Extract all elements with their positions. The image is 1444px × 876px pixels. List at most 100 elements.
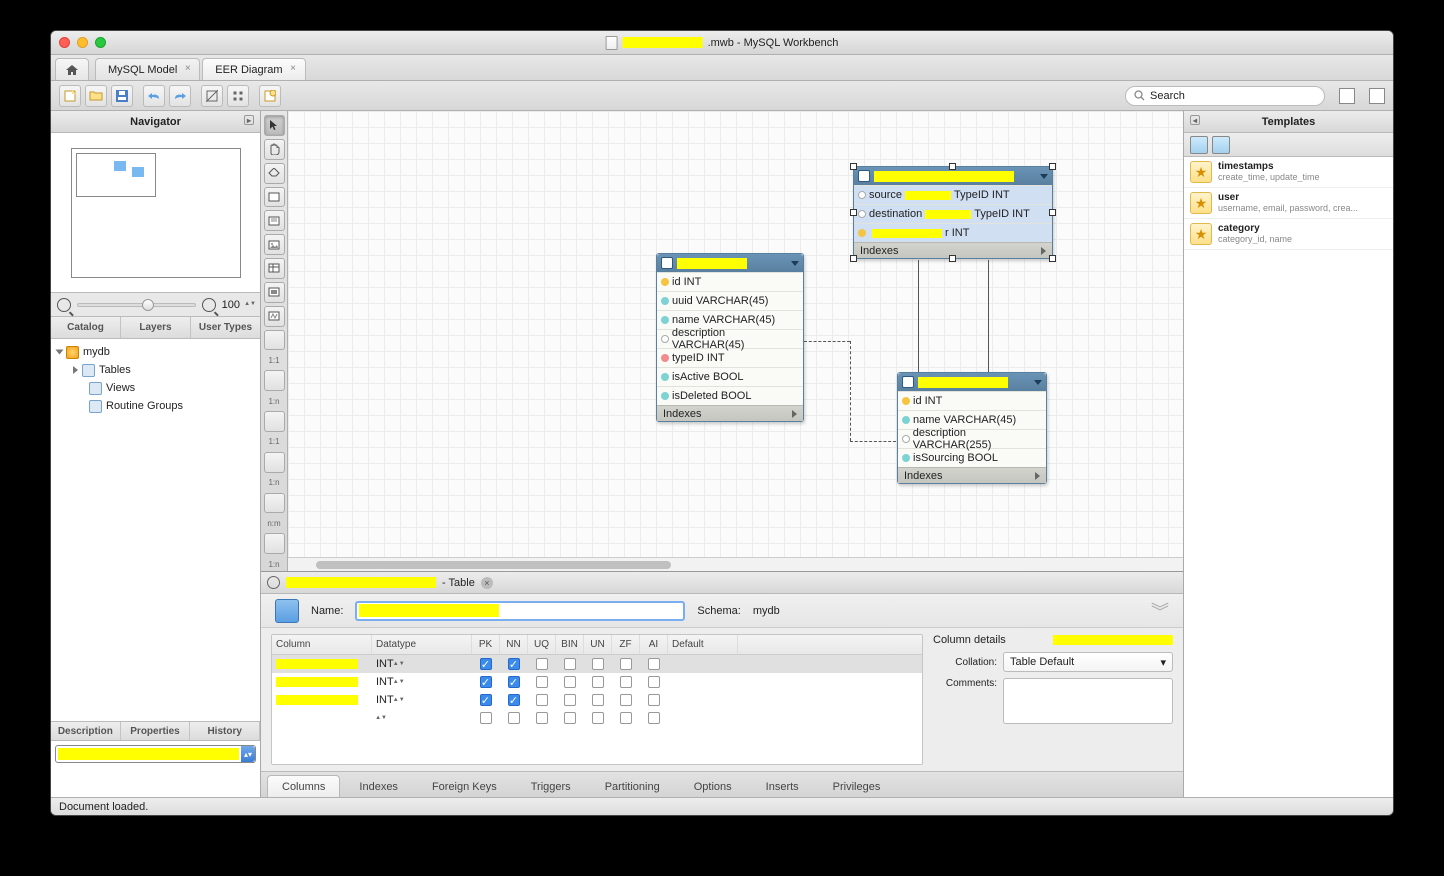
datatype-stepper[interactable]: ▲▼ (394, 680, 404, 685)
checkbox[interactable] (508, 712, 520, 724)
toggle-right-panel-button[interactable] (1369, 88, 1385, 104)
checkbox[interactable] (564, 712, 576, 724)
zoom-window-button[interactable] (95, 37, 106, 48)
tool-view[interactable] (264, 282, 285, 303)
checkbox[interactable] (536, 676, 548, 688)
checkbox[interactable] (620, 694, 632, 706)
close-tab-icon[interactable]: × (288, 63, 299, 74)
toggle-left-panel-button[interactable] (1339, 88, 1355, 104)
checkbox[interactable] (480, 712, 492, 724)
template-item[interactable]: ★ categorycategory_id, name (1184, 219, 1393, 250)
disclosure-icon[interactable] (56, 350, 64, 355)
checkbox[interactable]: ✓ (508, 676, 520, 688)
expand-icon[interactable] (1041, 247, 1046, 255)
eer-column-row[interactable]: r INT (854, 223, 1052, 242)
tree-views-row[interactable]: Views (51, 379, 260, 397)
columns-table[interactable]: Column Datatype PK NN UQ BIN UN ZF AI De… (271, 634, 923, 765)
tool-rel-n-m[interactable] (264, 493, 285, 514)
tab-properties[interactable]: Properties (121, 722, 191, 740)
new-file-button[interactable] (59, 85, 81, 107)
table-name-input[interactable] (355, 601, 685, 621)
editor-bottom-tab[interactable]: Triggers (516, 775, 586, 797)
save-file-button[interactable] (111, 85, 133, 107)
eer-column-row[interactable]: description VARCHAR(45) (657, 329, 803, 348)
eer-column-row[interactable]: id INT (898, 391, 1046, 410)
eer-column-row[interactable]: isActive BOOL (657, 367, 803, 386)
grid-toggle-button[interactable] (201, 85, 223, 107)
minimize-window-button[interactable] (77, 37, 88, 48)
tab-mysql-model[interactable]: MySQL Model × (95, 58, 200, 80)
zoom-slider[interactable] (77, 303, 196, 307)
eer-column-row[interactable]: description VARCHAR(255) (898, 429, 1046, 448)
eer-column-row[interactable]: uuid VARCHAR(45) (657, 291, 803, 310)
eer-column-row[interactable]: id INT (657, 272, 803, 291)
eer-table-1[interactable]: id INTuuid VARCHAR(45)name VARCHAR(45)de… (656, 253, 804, 422)
collation-select[interactable]: Table Default▾ (1003, 652, 1173, 672)
template-item[interactable]: ★ timestampscreate_time, update_time (1184, 157, 1393, 188)
tab-description[interactable]: Description (51, 722, 121, 740)
checkbox[interactable] (564, 676, 576, 688)
tree-routines-row[interactable]: Routine Groups (51, 397, 260, 415)
checkbox[interactable] (620, 658, 632, 670)
chevron-down-icon[interactable] (1040, 174, 1048, 179)
chevron-down-icon[interactable] (1034, 380, 1042, 385)
checkbox[interactable] (536, 694, 548, 706)
tool-table[interactable] (264, 258, 285, 279)
editor-bottom-tab[interactable]: Indexes (344, 775, 413, 797)
checkbox[interactable]: ✓ (508, 694, 520, 706)
column-row[interactable]: INT▲▼ ✓ ✓ (272, 673, 922, 691)
datatype-stepper[interactable]: ▲▼ (394, 698, 404, 703)
checkbox[interactable] (564, 694, 576, 706)
tab-layers[interactable]: Layers (121, 317, 191, 338)
close-editor-button[interactable]: × (481, 577, 493, 589)
redo-button[interactable] (169, 85, 191, 107)
eer-table-3[interactable]: id INTname VARCHAR(45)description VARCHA… (897, 372, 1047, 484)
home-tab[interactable] (55, 58, 89, 80)
checkbox[interactable]: ✓ (480, 676, 492, 688)
checkbox[interactable] (592, 712, 604, 724)
tab-user-types[interactable]: User Types (191, 317, 260, 338)
eer-column-row[interactable]: destinationTypeID INT (854, 204, 1052, 223)
checkbox[interactable]: ✓ (480, 694, 492, 706)
open-file-button[interactable] (85, 85, 107, 107)
editor-bottom-tab[interactable]: Privileges (818, 775, 896, 797)
eer-canvas[interactable]: id INTuuid VARCHAR(45)name VARCHAR(45)de… (288, 111, 1183, 571)
column-row[interactable]: INT▲▼ ✓ ✓ (272, 691, 922, 709)
close-tab-icon[interactable]: × (182, 63, 193, 74)
checkbox[interactable]: ✓ (480, 658, 492, 670)
zoom-in-button[interactable] (202, 298, 216, 312)
collapse-navigator-button[interactable]: ▸ (244, 115, 254, 125)
tab-eer-diagram[interactable]: EER Diagram × (202, 58, 305, 80)
checkbox[interactable] (564, 658, 576, 670)
checkbox[interactable] (648, 676, 660, 688)
tool-image[interactable] (264, 234, 285, 255)
undo-button[interactable] (143, 85, 165, 107)
eer-column-row[interactable]: sourceTypeID INT (854, 185, 1052, 204)
tool-note[interactable] (264, 210, 285, 231)
checkbox[interactable] (536, 658, 548, 670)
datatype-stepper[interactable]: ▲▼ (376, 716, 386, 721)
tab-history[interactable]: History (190, 722, 260, 740)
checkbox[interactable] (648, 712, 660, 724)
comments-textarea[interactable] (1003, 678, 1173, 724)
tree-db-row[interactable]: mydb (51, 343, 260, 361)
editor-bottom-tab[interactable]: Partitioning (590, 775, 675, 797)
tree-tables-row[interactable]: Tables (51, 361, 260, 379)
collapse-editor-button[interactable]: ︾ (1151, 598, 1169, 624)
chevron-down-icon[interactable] (791, 261, 799, 266)
expand-icon[interactable] (1035, 472, 1040, 480)
expand-icon[interactable] (792, 410, 797, 418)
zoom-stepper[interactable]: ▲▼ (246, 302, 254, 307)
horizontal-scrollbar[interactable] (288, 557, 1183, 571)
zoom-out-button[interactable] (57, 298, 71, 312)
checkbox[interactable] (620, 676, 632, 688)
tool-rel-1-n-non[interactable] (264, 370, 285, 391)
eer-table-2-selected[interactable]: sourceTypeID INTdestinationTypeID INTr I… (853, 166, 1053, 259)
navigator-minimap[interactable] (51, 133, 260, 293)
column-row[interactable]: INT▲▼ ✓ ✓ (272, 655, 922, 673)
tool-routine-group[interactable] (264, 306, 285, 327)
tool-eraser[interactable] (264, 163, 285, 184)
model-options-button[interactable] (259, 85, 281, 107)
checkbox[interactable] (536, 712, 548, 724)
template-btn-2[interactable] (1212, 136, 1230, 154)
